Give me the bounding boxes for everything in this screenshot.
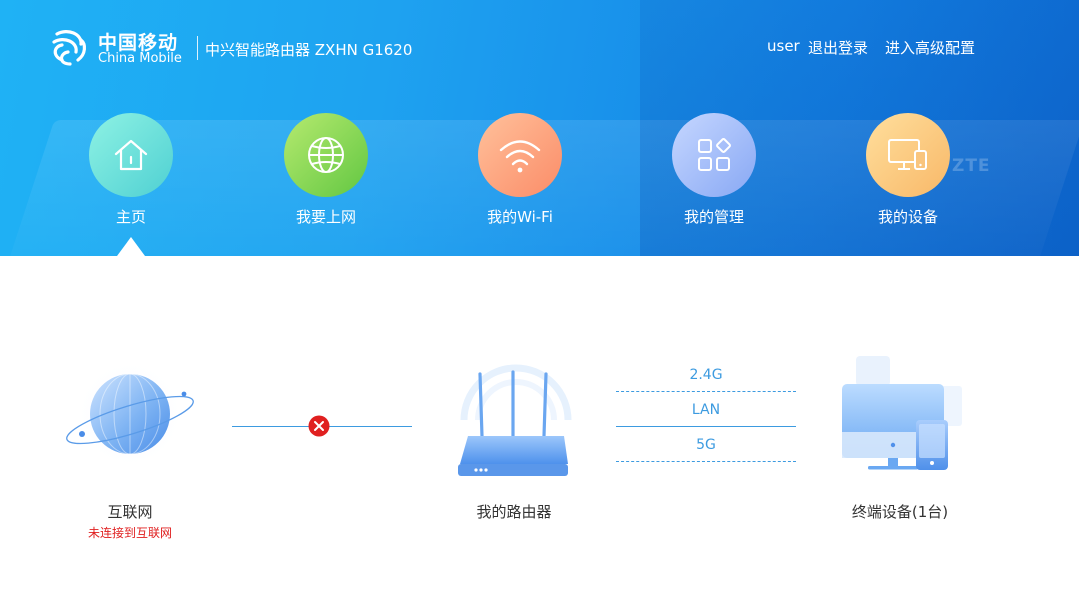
nav-label-internet: 我要上网	[295, 208, 356, 226]
link-label-2-4g: 2.4G	[689, 367, 723, 383]
router-label: 我的路由器	[476, 503, 552, 521]
nav-internet-circle	[284, 113, 368, 197]
active-nav-pointer	[117, 237, 145, 256]
nav-home-circle	[89, 113, 173, 197]
logout-link[interactable]: 退出登录	[808, 37, 868, 58]
nav-item-wifi[interactable]: 我的Wi-Fi	[465, 113, 575, 228]
wan-link-line	[232, 426, 310, 427]
nav-wifi-circle	[478, 113, 562, 197]
internet-status-text: 未连接到互联网	[87, 526, 172, 540]
nav-label-wifi: 我的Wi-Fi	[487, 208, 553, 226]
link-label-lan: LAN	[691, 402, 721, 418]
house-icon	[114, 139, 148, 171]
internet-label: 互联网	[107, 503, 153, 521]
nav-devices-circle	[866, 113, 950, 197]
link-line-lan	[616, 426, 796, 427]
internet-globe-icon[interactable]	[62, 360, 202, 472]
brand-name-en: China Mobile	[98, 51, 182, 66]
grid-icon	[698, 138, 731, 171]
nav-label-devices: 我的设备	[877, 208, 938, 226]
header-banner: ZTE 中国移动 China Mobile 中兴智能路由器 ZXHN G1620…	[0, 0, 1079, 256]
terminal-devices-icon[interactable]	[834, 352, 968, 474]
product-title: 中兴智能路由器 ZXHN G1620	[205, 41, 413, 59]
nav-item-home[interactable]: 主页	[76, 113, 186, 228]
nav-item-devices[interactable]: 我的设备	[853, 113, 963, 228]
terminal-devices-label[interactable]: 终端设备(1台)	[820, 501, 980, 522]
wan-link-line	[328, 426, 412, 427]
header-divider	[197, 36, 198, 60]
wifi-icon	[499, 140, 541, 173]
advanced-config-link[interactable]: 进入高级配置	[885, 37, 975, 58]
globe-icon	[308, 137, 344, 173]
nav-label-manage: 我的管理	[683, 208, 744, 226]
link-label-5g: 5G	[696, 437, 716, 453]
user-name[interactable]: user	[767, 37, 800, 55]
link-line-5g	[616, 461, 796, 462]
china-mobile-logo-icon	[52, 30, 86, 66]
error-x-icon[interactable]	[308, 415, 330, 437]
nav-label-home: 主页	[115, 208, 146, 226]
router-icon[interactable]	[446, 352, 586, 482]
nav-item-internet[interactable]: 我要上网	[271, 113, 381, 228]
nav-item-manage[interactable]: 我的管理	[659, 113, 769, 228]
nav-manage-circle	[672, 113, 756, 197]
monitor-phone-icon	[888, 139, 927, 170]
link-line-2-4g	[616, 391, 796, 392]
